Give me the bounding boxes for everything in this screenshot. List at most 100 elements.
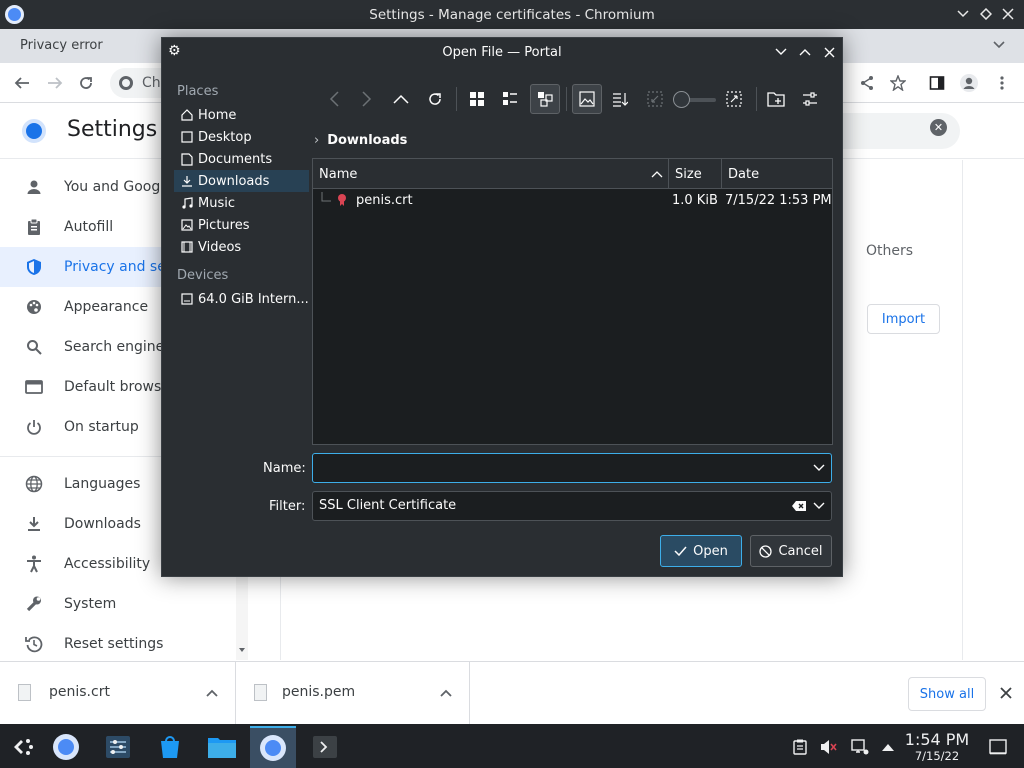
- menu-kebab-icon[interactable]: [990, 71, 1014, 95]
- compact-view-icon[interactable]: [495, 84, 525, 114]
- forward-icon[interactable]: [352, 84, 382, 114]
- file-row[interactable]: penis.crt 1.0 KiB 7/15/22 1:53 PM: [313, 190, 832, 212]
- application-launcher-icon[interactable]: [0, 726, 46, 768]
- minimize-icon[interactable]: [953, 4, 973, 24]
- tab-search-chevron-icon[interactable]: [992, 37, 1006, 55]
- dialog-close-icon[interactable]: [820, 43, 838, 61]
- clear-text-icon[interactable]: [791, 499, 807, 513]
- clock[interactable]: 1:54 PM 7/15/22: [903, 730, 971, 763]
- filter-combobox[interactable]: SSL Client Certificate: [312, 491, 832, 521]
- sidebar-item-label: Search engine: [64, 339, 165, 355]
- shield-icon: [24, 257, 44, 277]
- name-label: Name:: [263, 461, 306, 476]
- cancel-icon: [759, 544, 773, 558]
- sidebar-item-label: You and Google: [64, 179, 173, 195]
- clear-search-icon[interactable]: ✕: [930, 119, 947, 136]
- options-icon[interactable]: [795, 84, 825, 114]
- download-item[interactable]: penis.crt: [0, 662, 236, 724]
- place-videos[interactable]: Videos: [174, 236, 309, 258]
- place-music[interactable]: Music: [174, 192, 309, 214]
- place-desktop[interactable]: Desktop: [174, 126, 309, 148]
- tray-expand-icon[interactable]: [877, 726, 899, 768]
- place-downloads[interactable]: Downloads: [174, 170, 309, 192]
- reload-icon[interactable]: [420, 84, 450, 114]
- breadcrumb[interactable]: › Downloads: [314, 130, 407, 150]
- back-icon[interactable]: [10, 71, 34, 95]
- devices-header: Devices: [177, 268, 229, 283]
- chevron-up-icon[interactable]: [206, 686, 218, 701]
- sidebar-item-system[interactable]: System: [0, 584, 248, 624]
- share-icon[interactable]: [855, 71, 879, 95]
- file-manager-icon[interactable]: [199, 726, 245, 768]
- file-list[interactable]: Name Size Date penis.crt 1.0 KiB 7/15/22…: [312, 158, 833, 445]
- sidebar-item-reset-settings[interactable]: Reset settings: [0, 624, 248, 664]
- sidebar-item-label: Downloads: [64, 516, 141, 532]
- chevron-down-icon[interactable]: [811, 460, 827, 476]
- sort-icon[interactable]: [605, 84, 635, 114]
- zoom-slider-handle[interactable]: [673, 91, 690, 108]
- chevron-up-icon[interactable]: [440, 686, 452, 701]
- parent-folder-icon[interactable]: [386, 84, 416, 114]
- cancel-button[interactable]: Cancel: [750, 535, 832, 567]
- side-panel-icon[interactable]: [925, 71, 949, 95]
- clipboard-tray-icon[interactable]: [788, 726, 812, 768]
- column-date[interactable]: Date: [722, 159, 832, 189]
- place-home[interactable]: Home: [174, 104, 309, 126]
- new-folder-icon[interactable]: [761, 84, 791, 114]
- breadcrumb-downloads[interactable]: Downloads: [327, 133, 407, 148]
- scroll-down-arrow-icon[interactable]: [239, 648, 245, 652]
- place-label: Videos: [198, 239, 242, 255]
- reload-icon[interactable]: [74, 71, 98, 95]
- name-combobox[interactable]: [312, 453, 832, 483]
- sidebar-item-label: Accessibility: [64, 556, 151, 572]
- discover-store-icon[interactable]: [147, 726, 193, 768]
- chromium-active-task-icon[interactable]: [250, 726, 296, 768]
- dialog-maximize-icon[interactable]: [796, 43, 814, 61]
- browser-icon: [24, 377, 44, 397]
- forward-icon[interactable]: [43, 71, 67, 95]
- place-documents[interactable]: Documents: [174, 148, 309, 170]
- download-icon: [24, 514, 44, 534]
- preview-icon[interactable]: [572, 84, 602, 114]
- show-desktop-icon[interactable]: [984, 726, 1012, 768]
- places-header: Places: [177, 84, 219, 99]
- checkmark-icon: [674, 546, 687, 556]
- zoom-in-icon[interactable]: [719, 84, 749, 114]
- device-internal-drive[interactable]: 64.0 GiB Intern...: [174, 288, 309, 310]
- icons-view-icon[interactable]: [462, 84, 492, 114]
- volume-muted-icon[interactable]: [817, 726, 841, 768]
- sidebar-item-label: Reset settings: [64, 636, 164, 652]
- column-name[interactable]: Name: [313, 159, 669, 189]
- tab-privacy-error[interactable]: Privacy error: [20, 38, 103, 53]
- chromium-taskbar-icon[interactable]: [43, 726, 89, 768]
- address-bar[interactable]: Ch: [110, 68, 165, 98]
- terminal-icon[interactable]: [302, 726, 348, 768]
- details-view-icon[interactable]: [530, 84, 560, 114]
- close-shelf-icon[interactable]: [997, 684, 1015, 702]
- chevron-down-icon[interactable]: [811, 498, 827, 514]
- clock-time: 1:54 PM: [904, 730, 970, 749]
- toolbar-separator: [566, 87, 567, 111]
- sidebar-item-label: On startup: [64, 419, 139, 435]
- bookmark-star-icon[interactable]: [886, 71, 910, 95]
- column-size[interactable]: Size: [669, 159, 722, 189]
- import-button[interactable]: Import: [867, 304, 940, 334]
- sort-ascending-icon: [651, 171, 663, 178]
- place-pictures[interactable]: Pictures: [174, 214, 309, 236]
- profile-avatar-icon[interactable]: [957, 71, 981, 95]
- close-icon[interactable]: [998, 4, 1018, 24]
- others-tab-label[interactable]: Others: [866, 243, 913, 259]
- show-all-button[interactable]: Show all: [908, 677, 986, 711]
- maximize-icon[interactable]: [976, 4, 996, 24]
- file-icon: [18, 684, 31, 701]
- desktop-icon: [180, 130, 194, 144]
- open-button[interactable]: Open: [660, 535, 742, 567]
- download-item[interactable]: penis.pem: [236, 662, 470, 724]
- system-settings-icon[interactable]: [95, 726, 141, 768]
- dialog-minimize-icon[interactable]: [772, 43, 790, 61]
- place-label: Home: [198, 107, 237, 123]
- network-icon[interactable]: [848, 726, 872, 768]
- home-icon: [180, 108, 194, 122]
- zoom-out-icon[interactable]: [640, 84, 670, 114]
- back-icon[interactable]: [319, 84, 349, 114]
